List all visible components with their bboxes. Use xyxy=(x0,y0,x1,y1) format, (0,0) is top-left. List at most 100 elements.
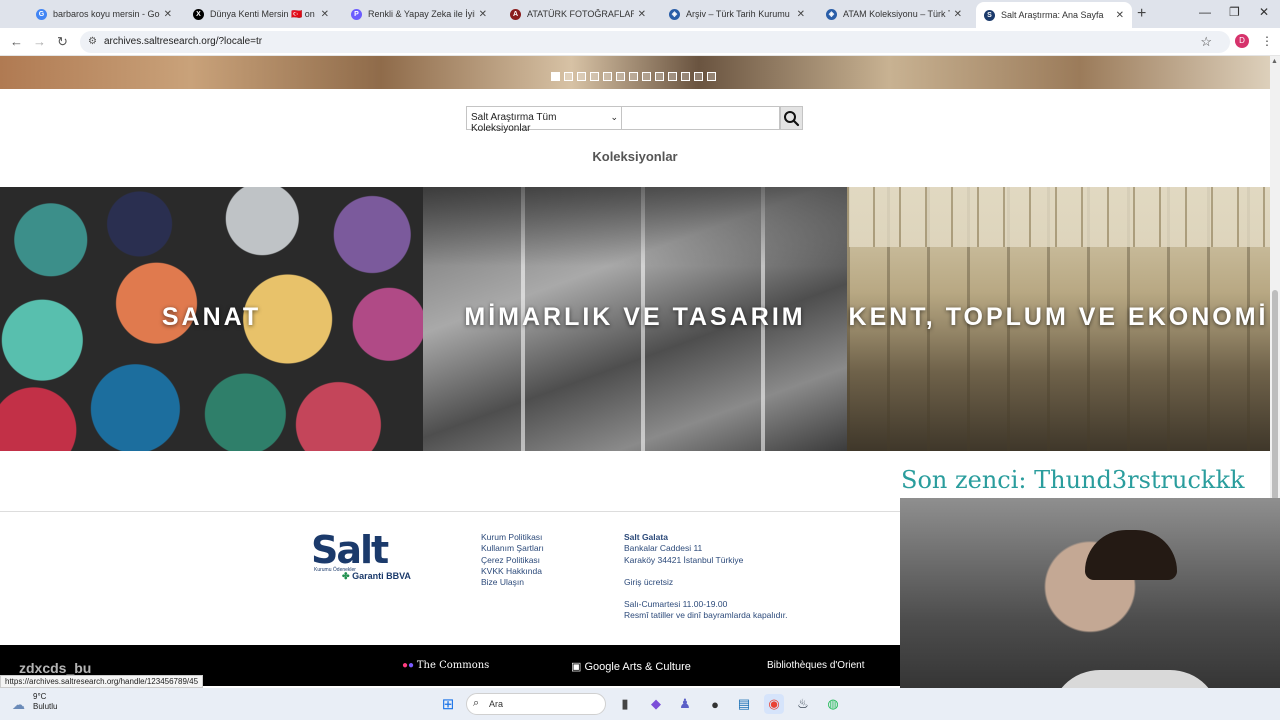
bookmark-star-icon[interactable]: ☆ xyxy=(1200,34,1212,50)
teams-icon[interactable]: ♟ xyxy=(675,694,695,714)
windows-start-icon[interactable]: ⊞ xyxy=(438,694,458,714)
sponsor-label: Google Arts & Culture xyxy=(584,661,691,673)
photo-enhance-icon: P xyxy=(351,8,362,20)
weather-temp: 9°C xyxy=(33,692,47,701)
garanti-bbva-logo: ✤ Garanti BBVA xyxy=(342,571,411,582)
holiday-notice: Resmî tatiller ve dinî bayramlarda kapal… xyxy=(624,610,788,621)
close-tab-icon[interactable]: ✕ xyxy=(954,9,962,20)
copilot-icon[interactable]: ◆ xyxy=(646,694,666,714)
cloud-icon[interactable]: ☁ xyxy=(12,697,25,713)
browser-tab[interactable]: A ATATÜRK FOTOĞRAFLARI - Atat ✕ xyxy=(502,3,654,25)
sponsor-label: Bibliothèques d'Orient xyxy=(767,660,865,671)
browser-menu-icon[interactable]: ⋮ xyxy=(1261,34,1273,48)
address-bar[interactable]: ⚙ archives.saltresearch.org/?locale=tr ☆ xyxy=(80,31,1230,53)
commons-dots-icon: ● xyxy=(408,660,415,671)
close-tab-icon[interactable]: ✕ xyxy=(321,9,329,20)
browser-tab[interactable]: Gbarbaros koyu mersin - Google ✕ xyxy=(28,3,180,25)
carousel-dot[interactable] xyxy=(603,72,612,81)
tab-title: ATAM Koleksiyonu – Türk Tarih xyxy=(843,9,950,19)
search-button[interactable] xyxy=(780,106,803,130)
collection-tile-sanat[interactable]: SANAT xyxy=(0,187,423,451)
minimize-button[interactable]: — xyxy=(1199,5,1211,19)
store-icon[interactable]: ▤ xyxy=(734,694,754,714)
carousel-dot[interactable] xyxy=(707,72,716,81)
close-tab-icon[interactable]: ✕ xyxy=(1116,10,1124,21)
chrome-icon[interactable]: ◉ xyxy=(764,694,784,714)
new-tab-button[interactable]: + xyxy=(1137,5,1146,23)
reload-icon[interactable]: ↻ xyxy=(57,34,68,50)
carousel-dot[interactable] xyxy=(577,72,586,81)
tab-title: ATATÜRK FOTOĞRAFLARI - Atat xyxy=(527,9,634,19)
carousel-dot[interactable] xyxy=(551,72,560,81)
collection-scope-select[interactable]: Salt Araştırma Tüm Koleksiyonlar ⌄ xyxy=(466,106,622,134)
taskbar-search[interactable]: ⌕ Ara xyxy=(466,693,606,715)
spotify-icon[interactable]: ◍ xyxy=(823,694,843,714)
collection-tile-mimarlik[interactable]: MİMARLIK VE TASARIM xyxy=(423,187,847,451)
status-bar-url: https://archives.saltresearch.org/handle… xyxy=(0,675,204,688)
footer-link[interactable]: KVKK Hakkında xyxy=(481,566,544,577)
footer-link[interactable]: Kurum Politikası xyxy=(481,532,544,543)
browser-tab[interactable]: ◈ ATAM Koleksiyonu – Türk Tarih ✕ xyxy=(818,3,970,25)
stream-handle-text: zdxcds_bu xyxy=(19,660,92,676)
search-input[interactable] xyxy=(622,106,780,130)
scroll-up-arrow-icon[interactable]: ▲ xyxy=(1271,58,1278,65)
google-arts-link[interactable]: ▣ Google Arts & Culture xyxy=(571,660,691,673)
collection-tile-label: MİMARLIK VE TASARIM xyxy=(464,303,806,331)
footer-link[interactable]: Bize Ulaşın xyxy=(481,577,544,588)
app-icon[interactable]: ● xyxy=(705,694,725,714)
close-tab-icon[interactable]: ✕ xyxy=(479,9,487,20)
collection-tile-label: KENT, TOPLUM VE EKONOMİ xyxy=(848,303,1269,331)
carousel-dot[interactable] xyxy=(681,72,690,81)
salt-icon: S xyxy=(984,9,995,21)
browser-tab[interactable]: X Dünya Kenti Mersin 🇹🇷 on X: "M ✕ xyxy=(185,3,337,25)
carousel-dot[interactable] xyxy=(629,72,638,81)
search-icon: ⌕ xyxy=(473,697,480,709)
close-tab-icon[interactable]: ✕ xyxy=(638,9,646,20)
footer-link[interactable]: Çerez Politikası xyxy=(481,555,544,566)
carousel-dot[interactable] xyxy=(655,72,664,81)
carousel-indicators xyxy=(551,72,716,81)
task-view-icon[interactable]: ▮ xyxy=(615,694,635,714)
scrollbar-thumb[interactable] xyxy=(1272,290,1278,500)
close-window-button[interactable]: ✕ xyxy=(1259,5,1269,19)
venue-address-line: Bankalar Caddesi 11 xyxy=(624,543,703,554)
profile-avatar[interactable]: D xyxy=(1235,34,1249,48)
url-text: archives.saltresearch.org/?locale=tr xyxy=(104,36,263,47)
sponsor-logo-text: Garanti BBVA xyxy=(352,571,411,581)
close-tab-icon[interactable]: ✕ xyxy=(797,9,805,20)
salt-logo[interactable]: Salt xyxy=(311,528,389,572)
carousel-dot[interactable] xyxy=(564,72,573,81)
tab-title: Arşiv – Türk Tarih Kurumu xyxy=(686,9,790,19)
browser-tab[interactable]: P Renkli & Yapay Zeka ile İyileştir ✕ xyxy=(343,3,495,25)
carousel-dot[interactable] xyxy=(694,72,703,81)
footer-link[interactable]: Kullanım Şartları xyxy=(481,543,544,554)
ttk-icon: ◈ xyxy=(826,8,837,20)
steam-icon[interactable]: ♨ xyxy=(793,694,813,714)
archive-icon: A xyxy=(510,8,521,20)
tab-title: Renkli & Yapay Zeka ile İyileştir xyxy=(368,9,475,19)
carousel-dot[interactable] xyxy=(590,72,599,81)
close-tab-icon[interactable]: ✕ xyxy=(164,9,172,20)
x-icon: X xyxy=(193,8,204,20)
restore-button[interactable]: ❐ xyxy=(1229,5,1240,19)
back-icon[interactable]: ← xyxy=(10,34,23,49)
bibliotheques-link[interactable]: Bibliothèques d'Orient xyxy=(767,660,865,671)
tab-title: Salt Araştırma: Ana Sayfa xyxy=(1001,10,1104,20)
browser-toolbar: ← → ↻ ⚙ archives.saltresearch.org/?local… xyxy=(0,28,1280,56)
browser-tab[interactable]: S Salt Araştırma: Ana Sayfa ✕ xyxy=(976,2,1132,28)
opening-hours: Salı-Cumartesi 11.00-19.00 xyxy=(624,599,728,610)
carousel-dot[interactable] xyxy=(642,72,651,81)
browser-tab[interactable]: ◈ Arşiv – Türk Tarih Kurumu ✕ xyxy=(661,3,813,25)
forward-icon[interactable]: → xyxy=(33,34,46,49)
weather-widget[interactable]: 9°C Bulutlu xyxy=(33,692,57,712)
carousel-dot[interactable] xyxy=(668,72,677,81)
windows-taskbar xyxy=(0,688,1280,720)
carousel-dot[interactable] xyxy=(616,72,625,81)
the-commons-link[interactable]: ●● The Commons xyxy=(402,660,489,671)
venue-info: Salt Galata Bankalar Caddesi 11 Karaköy … xyxy=(624,532,787,622)
collection-tile-kent[interactable]: KENT, TOPLUM VE EKONOMİ xyxy=(847,187,1270,451)
tab-title: barbaros koyu mersin - Google xyxy=(53,9,160,19)
site-info-icon[interactable]: ⚙ xyxy=(88,36,97,47)
